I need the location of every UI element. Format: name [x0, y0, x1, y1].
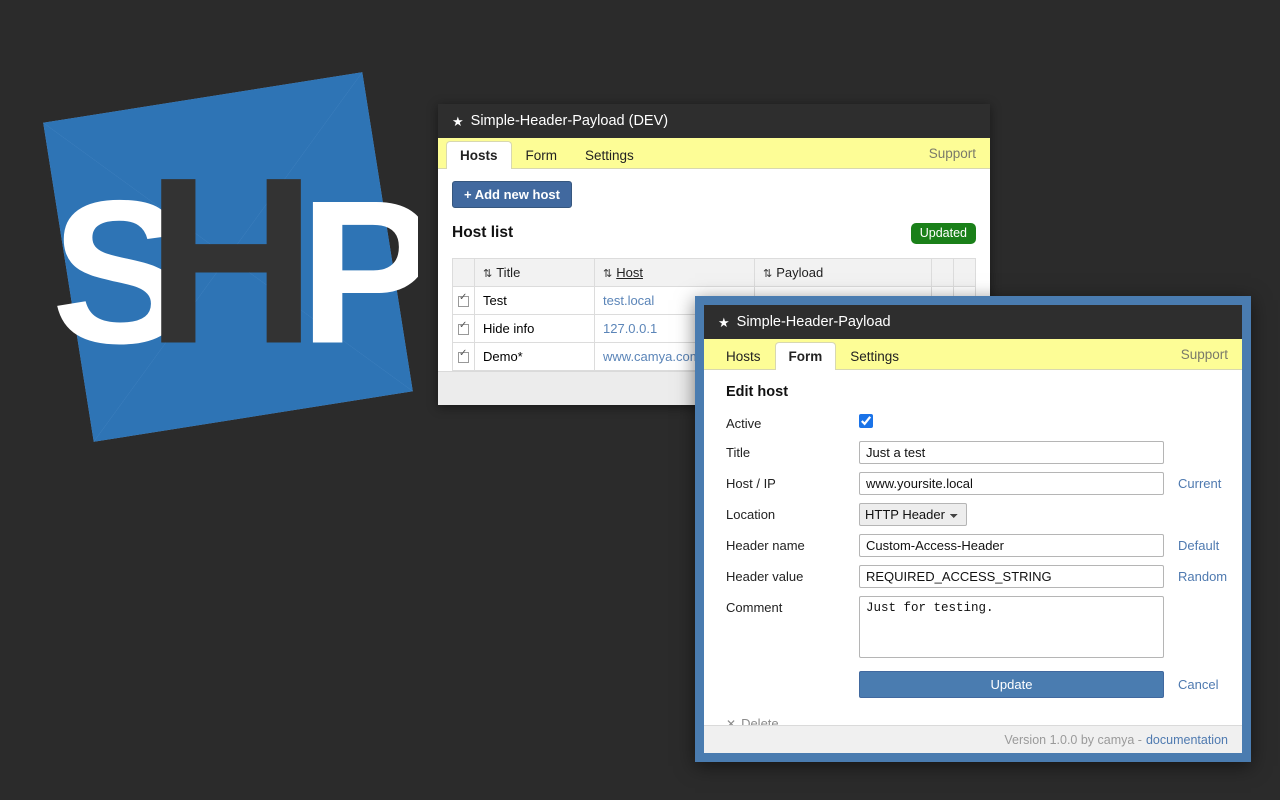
field-row-header-name: Header name Default — [726, 534, 1220, 557]
add-new-host-button[interactable]: + Add new host — [452, 181, 572, 208]
header-name-input[interactable] — [859, 534, 1164, 557]
control-comment: Just for testing. — [859, 596, 1164, 663]
edit-host-heading: Edit host — [726, 384, 789, 400]
tab-form[interactable]: Form — [774, 341, 837, 370]
location-select[interactable]: HTTP Header — [859, 503, 967, 526]
field-row-actions: Update Cancel — [726, 671, 1220, 698]
edit-host-tabstrip: Hosts Form Settings Support — [704, 339, 1242, 370]
field-row-active: Active — [726, 414, 1220, 433]
label-active: Active — [726, 416, 762, 431]
sort-icon[interactable]: ⇅ — [763, 268, 772, 280]
label-title: Title — [726, 445, 751, 460]
app-logo: S H P — [38, 62, 418, 452]
tab-settings[interactable]: Settings — [836, 342, 913, 371]
support-link[interactable]: Support — [1181, 340, 1242, 369]
comment-textarea[interactable]: Just for testing. — [859, 596, 1164, 658]
star-icon: ★ — [452, 113, 464, 129]
status-badge: Updated — [910, 223, 976, 244]
version-text: Version 1.0.0 by camya - — [1004, 732, 1142, 747]
edit-host-body: Edit host Active Title Just a test Host … — [704, 370, 1242, 731]
logo-letter-p: P — [299, 159, 418, 387]
control-header-value — [859, 565, 1164, 588]
edit-host-window-titlebar: ★ Simple-Header-Payload — [704, 305, 1242, 339]
hosts-window-titlebar: ★ Simple-Header-Payload (DEV) — [438, 104, 990, 138]
column-header-host[interactable]: ⇅ Host — [594, 257, 755, 287]
control-active — [859, 414, 1164, 433]
cell-title: Test — [474, 285, 595, 315]
edit-host-window[interactable]: ★ Simple-Header-Payload Hosts Form Setti… — [695, 296, 1251, 762]
column-header-payload[interactable]: ⇅ Payload — [754, 257, 932, 287]
column-label-host: Host — [616, 264, 643, 280]
field-row-host-ip: Host / IP Current — [726, 472, 1221, 495]
row-checkbox[interactable] — [458, 321, 469, 335]
table-header-row: ⇅ Title ⇅ Host ⇅ Payload — [452, 257, 976, 287]
edit-host-window-title: Simple-Header-Payload — [736, 314, 891, 330]
control-location: HTTP Header — [859, 503, 1164, 526]
column-label-title: Title — [496, 264, 521, 280]
screen: S H P ★ Simple-Header-Payload (DEV) Host… — [0, 0, 1280, 800]
label-location: Location — [726, 507, 776, 522]
host-ip-input[interactable] — [859, 472, 1164, 495]
edit-host-footer: Version 1.0.0 by camya - documentation — [704, 725, 1242, 753]
row-checkbox[interactable] — [458, 349, 469, 363]
control-title — [859, 441, 1164, 464]
cancel-link[interactable]: Cancel — [1178, 677, 1218, 692]
column-header-select — [452, 257, 475, 287]
column-header-extra-2 — [953, 257, 976, 287]
cell-title: Demo* — [474, 341, 595, 371]
random-link[interactable]: Random — [1178, 569, 1227, 584]
control-header-name — [859, 534, 1164, 557]
active-checkbox[interactable] — [859, 414, 873, 428]
default-link[interactable]: Default — [1178, 538, 1219, 553]
current-link[interactable]: Current — [1178, 476, 1221, 491]
row-select-cell[interactable] — [452, 313, 475, 343]
tab-settings[interactable]: Settings — [571, 141, 648, 170]
sort-icon[interactable]: ⇅ — [603, 268, 612, 280]
hosts-window-title: Simple-Header-Payload (DEV) — [470, 113, 669, 129]
column-header-extra-1 — [931, 257, 954, 287]
control-update: Update — [859, 671, 1164, 698]
tab-hosts[interactable]: Hosts — [712, 342, 775, 371]
label-comment: Comment — [726, 600, 783, 615]
field-row-comment: Comment Just for testing. — [726, 596, 1220, 663]
title-input[interactable] — [859, 441, 1164, 464]
star-icon: ★ — [718, 314, 730, 330]
row-checkbox[interactable] — [458, 293, 469, 307]
host-list-heading: Host list — [452, 224, 514, 242]
header-value-input[interactable] — [859, 565, 1164, 588]
label-host-ip: Host / IP — [726, 476, 776, 491]
tab-form[interactable]: Form — [512, 141, 572, 170]
edit-host-form: Active Title Host / IP — [704, 400, 1242, 698]
sort-icon[interactable]: ⇅ — [483, 268, 492, 280]
row-select-cell[interactable] — [452, 341, 475, 371]
label-header-name: Header name — [726, 538, 805, 553]
tab-hosts[interactable]: Hosts — [446, 140, 512, 169]
field-row-location: Location HTTP Header — [726, 503, 1220, 526]
hosts-window-tabstrip: Hosts Form Settings Support — [438, 138, 990, 169]
control-host-ip — [859, 472, 1164, 495]
label-header-value: Header value — [726, 569, 804, 584]
edit-host-window-inner: ★ Simple-Header-Payload Hosts Form Setti… — [704, 305, 1242, 753]
column-header-title[interactable]: ⇅ Title — [474, 257, 595, 287]
host-list-header-row: Host list Updated — [452, 223, 976, 244]
field-row-title: Title — [726, 441, 1220, 464]
field-row-header-value: Header value Random — [726, 565, 1227, 588]
cell-title: Hide info — [474, 313, 595, 343]
documentation-link[interactable]: documentation — [1146, 733, 1228, 747]
support-link[interactable]: Support — [929, 139, 990, 168]
column-label-payload: Payload — [776, 264, 824, 280]
update-button[interactable]: Update — [859, 671, 1164, 698]
row-select-cell[interactable] — [452, 285, 475, 315]
logo-letter-h: H — [145, 129, 317, 394]
